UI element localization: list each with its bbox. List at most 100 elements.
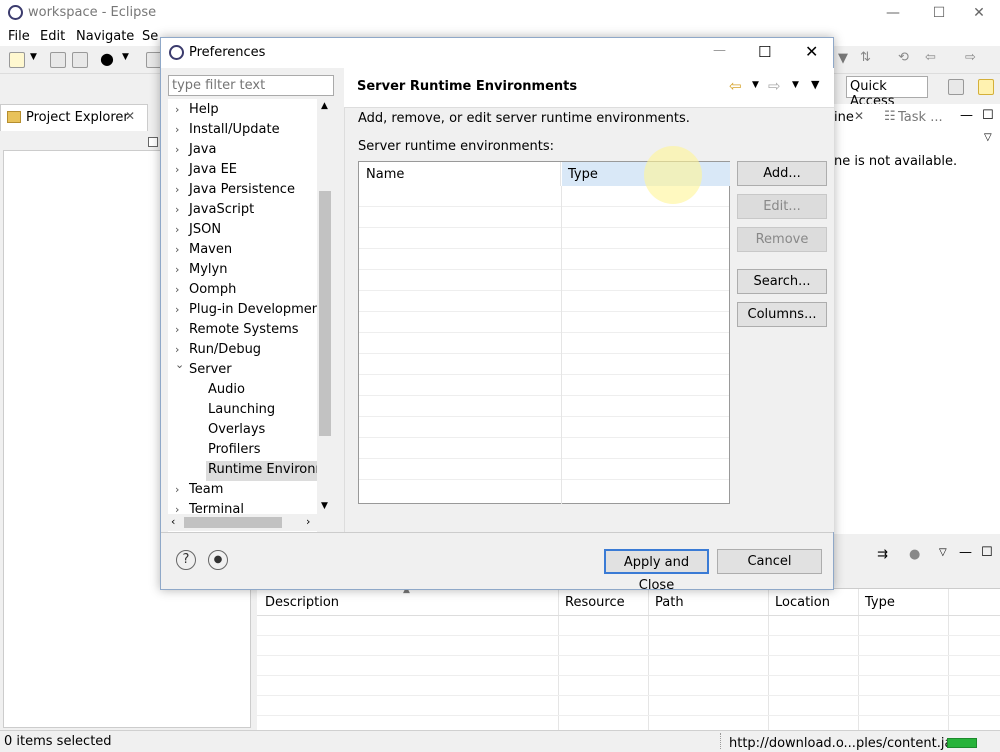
record-icon[interactable]: ●: [208, 550, 228, 570]
scroll-left-icon[interactable]: ‹: [171, 515, 175, 528]
tree-item[interactable]: › Maven: [168, 241, 334, 261]
tree-item[interactable]: › Help: [168, 101, 334, 121]
chevron-right-icon[interactable]: ›: [175, 143, 187, 156]
help-icon[interactable]: ?: [176, 550, 196, 570]
new-icon[interactable]: [9, 52, 25, 68]
minimize-icon[interactable]: —: [713, 43, 726, 58]
column-location[interactable]: Location: [775, 595, 830, 610]
quick-access-field[interactable]: Quick Access: [846, 76, 928, 109]
column-description[interactable]: Description: [265, 595, 339, 610]
tree-item[interactable]: › Java EE: [168, 161, 334, 181]
chevron-right-icon[interactable]: ›: [175, 323, 187, 336]
progress-bar[interactable]: [947, 738, 977, 748]
search-button[interactable]: Search...: [737, 269, 827, 294]
user-icon[interactable]: ●: [100, 49, 114, 68]
chevron-down-icon[interactable]: ▼: [792, 80, 799, 90]
chevron-right-icon[interactable]: ›: [175, 303, 187, 316]
maximize-icon[interactable]: ☐: [758, 43, 771, 61]
tree-item[interactable]: Runtime Environm: [168, 461, 334, 481]
tree-item[interactable]: Audio: [168, 381, 334, 401]
tree-item[interactable]: › Remote Systems: [168, 321, 334, 341]
chevron-down-icon[interactable]: ▼: [122, 52, 129, 62]
column-path[interactable]: Path: [655, 595, 684, 610]
edit-button[interactable]: Edit...: [737, 194, 827, 219]
pin-icon[interactable]: ▼: [838, 51, 848, 66]
view-menu-icon[interactable]: ▼: [811, 78, 819, 91]
tree-item[interactable]: ⌄ Server: [168, 358, 334, 381]
remove-button[interactable]: Remove: [737, 227, 827, 252]
tree-item[interactable]: › Java: [168, 141, 334, 161]
project-explorer-tab[interactable]: Project Explorer ✕: [0, 104, 148, 131]
maximize-icon[interactable]: ☐: [981, 545, 993, 560]
menu-search[interactable]: Se: [142, 29, 158, 44]
chevron-right-icon[interactable]: ›: [175, 483, 187, 496]
close-icon[interactable]: ✕: [805, 42, 818, 61]
minimize-icon[interactable]: —: [960, 108, 973, 123]
tree-item[interactable]: › JavaScript: [168, 201, 334, 221]
collapse-all-icon[interactable]: [148, 137, 158, 147]
add-button[interactable]: Add...: [737, 161, 827, 186]
link-icon[interactable]: ⇉: [877, 547, 888, 562]
outline-tab-label[interactable]: ine: [834, 110, 854, 125]
chevron-right-icon[interactable]: ›: [175, 203, 187, 216]
scroll-thumb[interactable]: [319, 191, 331, 436]
column-type-header[interactable]: Type: [562, 146, 730, 204]
tree-item[interactable]: › Mylyn: [168, 261, 334, 281]
chevron-down-icon[interactable]: ▼: [30, 52, 37, 62]
scroll-down-icon[interactable]: ▼: [321, 501, 328, 511]
chevron-right-icon[interactable]: ›: [175, 343, 187, 356]
save-all-icon[interactable]: [72, 52, 88, 68]
close-icon[interactable]: ✕: [125, 109, 135, 123]
column-name-header[interactable]: Name: [359, 162, 561, 186]
tree-item[interactable]: › JSON: [168, 221, 334, 241]
tree-horizontal-scrollbar[interactable]: ‹ ›: [168, 514, 317, 531]
minimize-icon[interactable]: —: [870, 0, 916, 26]
tree-item[interactable]: › Team: [168, 481, 334, 501]
chevron-down-icon[interactable]: ▼: [752, 80, 759, 90]
chevron-right-icon[interactable]: ›: [175, 183, 187, 196]
scroll-up-icon[interactable]: ▲: [321, 101, 328, 111]
tree-item[interactable]: › Run/Debug: [168, 341, 334, 361]
filter-input[interactable]: [168, 75, 334, 96]
minimize-icon[interactable]: —: [959, 545, 972, 560]
tree-item[interactable]: › Java Persistence: [168, 181, 334, 201]
filter-icon[interactable]: ●: [909, 547, 920, 562]
view-menu-icon[interactable]: ▽: [984, 132, 992, 143]
tree-item[interactable]: Profilers: [168, 441, 334, 461]
forward-icon[interactable]: ⇨: [965, 50, 976, 65]
chevron-right-icon[interactable]: ›: [175, 123, 187, 136]
chevron-right-icon[interactable]: ›: [175, 283, 187, 296]
close-icon[interactable]: ✕: [956, 0, 1000, 26]
cancel-button[interactable]: Cancel: [717, 549, 822, 574]
forward-icon[interactable]: ⇨: [768, 77, 781, 95]
open-perspective-icon[interactable]: [948, 79, 964, 95]
java-ee-perspective-icon[interactable]: [978, 79, 994, 95]
back-icon[interactable]: ⇦: [925, 50, 936, 65]
columns-button[interactable]: Columns...: [737, 302, 827, 327]
menu-navigate[interactable]: Navigate: [76, 29, 134, 44]
apply-and-close-button[interactable]: Apply and Close: [604, 549, 709, 593]
back-icon[interactable]: ⇦: [729, 77, 742, 95]
last-edit-icon[interactable]: ⟲: [898, 50, 909, 65]
tree-item[interactable]: Launching: [168, 401, 334, 421]
scroll-thumb[interactable]: [184, 517, 282, 528]
close-icon[interactable]: ✕: [854, 109, 864, 123]
menu-file[interactable]: File: [8, 29, 30, 44]
tree-item[interactable]: › Oomph: [168, 281, 334, 301]
maximize-icon[interactable]: ☐: [982, 108, 994, 123]
tree-item[interactable]: › Plug-in Development: [168, 301, 334, 321]
tree-vertical-scrollbar[interactable]: ▲ ▼: [317, 99, 334, 552]
chevron-right-icon[interactable]: ›: [175, 223, 187, 236]
task-tab-label[interactable]: Task ...: [898, 110, 943, 125]
tree-item[interactable]: › Install/Update: [168, 121, 334, 141]
chevron-down-icon[interactable]: ⌄: [175, 358, 187, 371]
save-icon[interactable]: [50, 52, 66, 68]
tree-item[interactable]: Overlays: [168, 421, 334, 441]
view-menu-icon[interactable]: ▽: [939, 547, 947, 558]
chevron-right-icon[interactable]: ›: [175, 163, 187, 176]
column-resource[interactable]: Resource: [565, 595, 625, 610]
chevron-right-icon[interactable]: ›: [175, 243, 187, 256]
chevron-right-icon[interactable]: ›: [175, 263, 187, 276]
column-type[interactable]: Type: [865, 595, 895, 610]
menu-edit[interactable]: Edit: [40, 29, 65, 44]
